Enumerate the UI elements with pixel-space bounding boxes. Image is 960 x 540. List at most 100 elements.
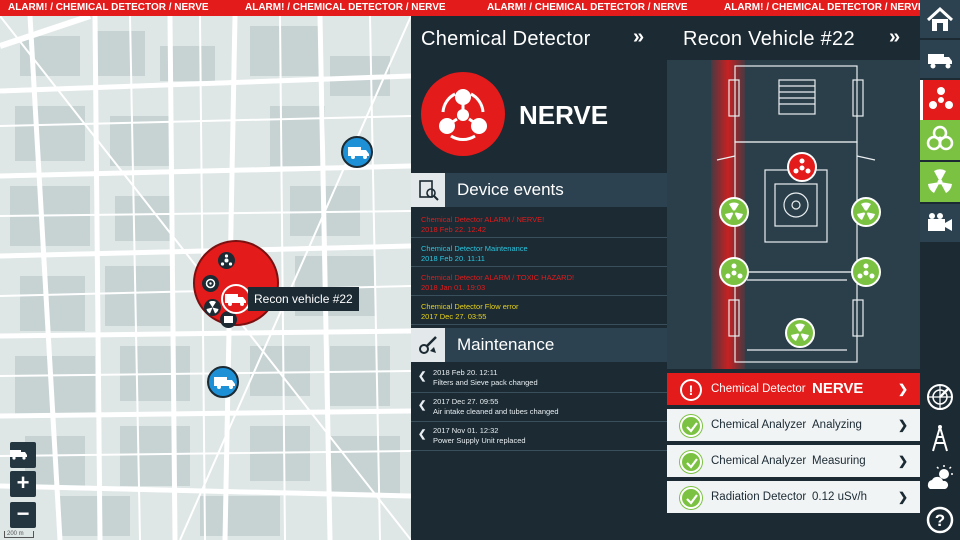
status-row-chemical-analyzer-2[interactable]: Chemical Analyzer Measuring ❯ — [667, 445, 920, 479]
panel-title: Recon Vehicle #22 — [683, 28, 855, 50]
svg-text:?: ? — [935, 511, 945, 530]
panel-title: Chemical Detector — [421, 28, 591, 50]
sidebar-biohazard[interactable] — [920, 120, 960, 160]
alarm-text-mid: ALARM! / CHEMICAL DETECTOR / NERVE — [245, 2, 446, 13]
maintenance-date: 2017 Dec 27. 09:55 — [433, 397, 499, 406]
sensor-chemical[interactable] — [787, 152, 817, 182]
status-row-chemical-detector[interactable]: ! Chemical Detector NERVE ❯ — [667, 373, 920, 407]
vehicle-icon — [928, 54, 952, 69]
sidebar-antenna[interactable] — [920, 420, 960, 458]
status-row-radiation-detector[interactable]: Radiation Detector 0.12 uSv/h ❯ — [667, 481, 920, 515]
event-row[interactable]: Chemical Detector ALARM / NERVE! 2018 Fe… — [411, 209, 667, 238]
radar-icon — [927, 384, 953, 410]
event-row[interactable]: Chemical Detector ALARM / TOXIC HAZARD! … — [411, 267, 667, 296]
zone-biohazard-icon — [202, 275, 219, 292]
weather-icon — [927, 465, 953, 489]
event-row[interactable]: Chemical Detector Maintenance 2018 Feb 2… — [411, 238, 667, 267]
alarm-bar: ALARM! / CHEMICAL DETECTOR / NERVE ALARM… — [0, 0, 920, 16]
maintenance-date: 2017 Nov 01. 12:32 — [433, 426, 499, 435]
maintenance-row[interactable]: ❮ 2018 Feb 20. 12:11 Filters and Sieve p… — [411, 364, 667, 393]
status-row-chemical-analyzer[interactable]: Chemical Analyzer Analyzing ❯ — [667, 409, 920, 443]
zone-chemical-icon — [218, 252, 235, 269]
event-row[interactable]: Chemical Detector Flow error 2017 Dec 27… — [411, 296, 667, 325]
maintenance-desc: Air intake cleaned and tubes changed — [433, 407, 559, 416]
truck-icon — [214, 377, 235, 389]
vehicle-blueprint — [667, 60, 920, 369]
status-value: 0.12 uSv/h — [812, 491, 867, 503]
chemical-agent-name: NERVE — [519, 100, 609, 130]
sidebar-home[interactable] — [920, 0, 960, 38]
recon-vehicle-marker[interactable] — [221, 284, 251, 314]
maintenance-desc: Power Supply Unit replaced — [433, 436, 526, 445]
sensor-chemical-ok[interactable] — [719, 257, 749, 287]
status-name: Chemical Detector — [711, 383, 806, 395]
map-view[interactable]: Recon vehicle #22 + − 200 m — [0, 16, 411, 540]
event-title: Chemical Detector ALARM / TOXIC HAZARD! — [421, 273, 575, 282]
sensor-radiation[interactable] — [719, 197, 749, 227]
check-icon — [680, 451, 702, 473]
maintenance-desc: Filters and Sieve pack changed — [433, 378, 538, 387]
alarm-text-mid2: ALARM! / CHEMICAL DETECTOR / NERVE — [487, 2, 688, 13]
maintenance-date: 2018 Feb 20. 12:11 — [433, 368, 498, 377]
home-icon — [926, 6, 954, 31]
zoom-in-button[interactable]: + — [10, 471, 36, 497]
radiation-icon — [928, 169, 952, 193]
vehicle-marker-2[interactable] — [207, 366, 239, 398]
warning-icon: ! — [680, 379, 702, 401]
status-value: Analyzing — [812, 419, 862, 431]
chevron-right-icon: ❯ — [897, 382, 908, 396]
sidebar-radiation[interactable] — [920, 162, 960, 202]
sidebar-weather[interactable] — [920, 460, 960, 498]
search-log-icon — [411, 173, 445, 207]
event-time: 2018 Feb 22. 12:42 — [421, 225, 487, 234]
device-events-header: Device events — [411, 173, 667, 207]
chemical-detector-panel: Chemical Detector » NERVE Device events … — [411, 16, 667, 540]
zoom-out-button[interactable]: − — [10, 502, 36, 528]
maintenance-title: Maintenance — [457, 335, 555, 354]
sidebar-help[interactable]: ? — [920, 500, 960, 538]
check-icon — [680, 487, 702, 509]
sidebar-vehicles[interactable] — [920, 40, 960, 78]
truck-icon — [348, 147, 369, 159]
chevron-right-icon: ❯ — [897, 418, 908, 432]
alarm-text-left: ALARM! / CHEMICAL DETECTOR / NERVE — [8, 2, 209, 13]
maintenance-row[interactable]: ❮ 2017 Nov 01. 12:32 Power Supply Unit r… — [411, 422, 667, 451]
sidebar: ? — [920, 0, 960, 540]
sidebar-chemical[interactable] — [920, 80, 960, 120]
event-title: Chemical Detector Flow error — [421, 302, 519, 311]
biohazard-icon — [926, 125, 954, 151]
recon-vehicle-panel: Recon Vehicle #22 » ! Chemical Detector … — [667, 16, 920, 540]
status-name: Chemical Analyzer — [711, 419, 807, 431]
recon-vehicle-label[interactable]: Recon vehicle #22 — [248, 287, 359, 311]
sidebar-radar[interactable] — [920, 378, 960, 416]
status-name: Radiation Detector — [711, 491, 807, 503]
help-icon: ? — [926, 506, 954, 534]
truck-icon — [10, 450, 27, 460]
alarm-text-right: ALARM! / CHEMICAL DETECTOR / NERVE — [724, 2, 920, 13]
chevron-right-icon: ❯ — [897, 490, 908, 504]
status-value: Measuring — [812, 455, 866, 467]
chemical-icon — [929, 87, 953, 109]
event-time: 2018 Jan 01. 19:03 — [421, 283, 486, 292]
map-vehicle-filter-button[interactable] — [10, 442, 36, 468]
chevron-left-icon: ❮ — [418, 371, 427, 382]
vehicle-marker-1[interactable] — [341, 136, 373, 168]
chevron-left-icon: ❮ — [418, 429, 427, 440]
expand-button[interactable]: » — [633, 26, 644, 49]
truck-icon — [225, 294, 246, 306]
expand-button[interactable]: » — [889, 26, 900, 49]
sidebar-camera[interactable] — [920, 204, 960, 242]
camera-icon — [928, 213, 952, 231]
event-time: 2018 Feb 20. 11:11 — [421, 254, 485, 263]
event-time: 2017 Dec 27. 03:55 — [421, 312, 487, 321]
event-title: Chemical Detector Maintenance — [421, 244, 528, 253]
maintenance-header: Maintenance — [411, 328, 667, 362]
device-events-title: Device events — [457, 180, 564, 199]
maintenance-row[interactable]: ❮ 2017 Dec 27. 09:55 Air intake cleaned … — [411, 393, 667, 422]
chemical-agent-icon — [421, 72, 505, 156]
sensor-chemical-ok[interactable] — [851, 257, 881, 287]
sensor-radiation[interactable] — [785, 318, 815, 348]
check-icon — [680, 415, 702, 437]
zone-radiation-icon — [204, 299, 221, 316]
sensor-radiation[interactable] — [851, 197, 881, 227]
